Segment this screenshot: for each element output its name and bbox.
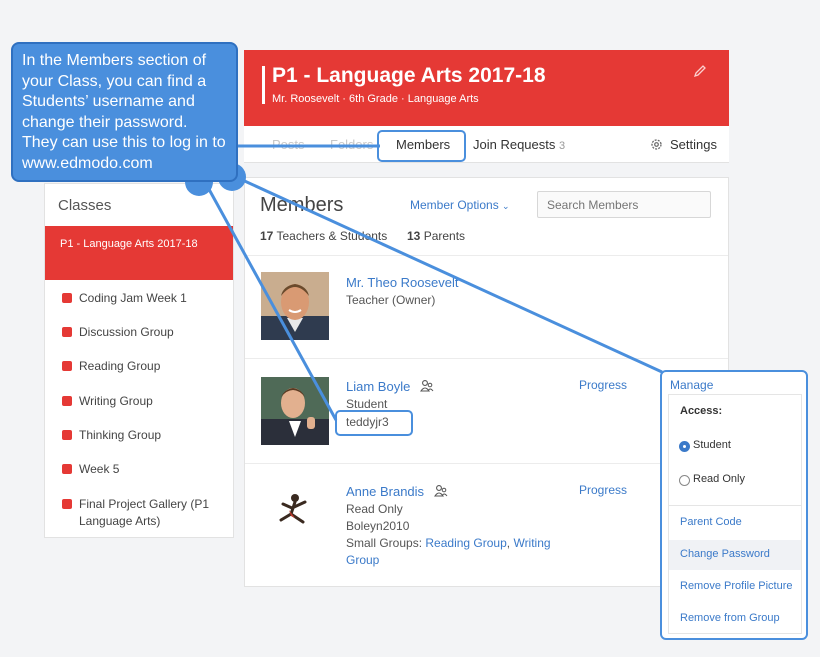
sidebar-item-active-class[interactable]: [45, 226, 233, 280]
tab-settings[interactable]: Settings: [670, 137, 717, 152]
divider: [245, 463, 728, 464]
small-groups-separator: ,: [506, 536, 511, 550]
group-label: Coding Jam Week 1: [79, 291, 187, 305]
parent-connect-icon[interactable]: [433, 484, 448, 498]
group-label: Writing Group: [79, 394, 153, 408]
member-name[interactable]: Anne Brandis: [346, 484, 448, 499]
member-name[interactable]: Liam Boyle: [346, 379, 434, 394]
group-color-square: [62, 464, 72, 474]
join-requests-count: 3: [559, 140, 566, 152]
remove-profile-picture-item[interactable]: Remove Profile Picture: [680, 580, 793, 592]
manage-dropdown: [668, 394, 802, 634]
sidebar-item-group[interactable]: Discussion Group: [62, 324, 174, 341]
group-color-square: [62, 430, 72, 440]
dropdown-divider: [669, 505, 801, 506]
sidebar-item-group[interactable]: Week 5: [62, 461, 119, 478]
teachers-students-count: 17 Teachers & Students: [260, 229, 387, 243]
member-options-dropdown[interactable]: Member Options ⌄: [410, 198, 510, 212]
small-groups-label: Small Groups:: [346, 536, 423, 550]
title-accent-bar: [262, 66, 265, 104]
member-name[interactable]: Mr. Theo Roosevelt: [346, 275, 458, 290]
small-group-link[interactable]: Reading Group: [425, 536, 506, 550]
progress-link[interactable]: Progress: [579, 378, 627, 392]
student-radio[interactable]: [679, 441, 690, 452]
class-title: P1 - Language Arts 2017-18: [272, 64, 546, 87]
teacher-avatar: [261, 272, 329, 340]
group-color-square: [62, 396, 72, 406]
small-group-link[interactable]: Group: [346, 553, 379, 567]
group-color-square: [62, 293, 72, 303]
class-header: [244, 50, 729, 126]
group-color-square: [62, 499, 72, 509]
members-heading: Members: [260, 194, 344, 216]
group-color-square: [62, 361, 72, 371]
teachers-students-label: Teachers & Students: [276, 229, 388, 243]
read-only-avatar: [261, 478, 329, 546]
tab-folders[interactable]: Folders: [330, 137, 373, 152]
remove-from-group-item[interactable]: Remove from Group: [680, 612, 780, 624]
teachers-students-number: 17: [260, 229, 274, 243]
member-role: Teacher (Owner): [346, 293, 436, 307]
member-username: teddyjr3: [346, 415, 389, 429]
student-avatar: [261, 377, 329, 445]
group-label: Thinking Group: [79, 428, 162, 442]
member-options-label: Member Options: [410, 198, 499, 212]
group-label: Discussion Group: [79, 325, 174, 339]
sidebar-item-group[interactable]: Writing Group: [62, 393, 153, 410]
small-group-link[interactable]: Writing: [513, 536, 550, 550]
group-label: Final Project Gallery (P1 Language Arts): [79, 497, 210, 528]
parent-code-item[interactable]: Parent Code: [680, 516, 742, 528]
parents-label: Parents: [423, 229, 466, 243]
parent-connect-icon[interactable]: [419, 379, 434, 393]
tab-members[interactable]: Members: [396, 137, 450, 152]
group-color-square: [62, 327, 72, 337]
tab-join-requests[interactable]: Join Requests 3: [473, 137, 565, 152]
sidebar-heading: Classes: [58, 197, 112, 214]
chevron-down-icon: ⌄: [502, 201, 510, 211]
read-only-radio[interactable]: [679, 475, 690, 486]
read-only-option-label: Read Only: [693, 473, 745, 485]
member-name-label: Liam Boyle: [346, 379, 411, 394]
member-role: Student: [346, 397, 388, 411]
search-members-input[interactable]: [537, 191, 711, 218]
member-name-label: Anne Brandis: [346, 484, 425, 499]
sidebar-item-group[interactable]: Coding Jam Week 1: [62, 290, 187, 307]
student-option-label: Student: [693, 439, 731, 451]
callout-box: In the Members section of your Class, yo…: [11, 42, 238, 182]
divider: [245, 255, 728, 256]
access-label: Access:: [680, 405, 723, 417]
class-subtitle: Mr. Roosevelt · 6th Grade · Language Art…: [272, 93, 479, 105]
sidebar-item-group[interactable]: Reading Group: [62, 358, 160, 375]
sidebar-item-group[interactable]: Final Project Gallery (P1 Language Arts): [62, 496, 212, 530]
group-label: Week 5: [79, 462, 120, 476]
manage-button[interactable]: Manage: [670, 378, 713, 392]
parents-number: 13: [407, 229, 421, 243]
progress-link[interactable]: Progress: [579, 483, 627, 497]
sidebar-item-group[interactable]: Thinking Group: [62, 427, 161, 444]
divider: [245, 358, 728, 359]
member-role: Read Only: [346, 502, 403, 516]
tab-posts[interactable]: Posts: [272, 137, 305, 152]
active-class-label: P1 - Language Arts 2017-18: [60, 238, 198, 250]
tab-join-requests-label: Join Requests: [473, 137, 556, 152]
gear-icon: [651, 139, 662, 150]
parents-count: 13 Parents: [407, 229, 465, 243]
group-label: Reading Group: [79, 359, 161, 373]
pencil-icon[interactable]: [693, 64, 707, 78]
change-password-item[interactable]: Change Password: [680, 548, 770, 560]
member-small-groups: Small Groups: Reading Group, Writing: [346, 536, 551, 550]
member-username: Boleyn2010: [346, 519, 410, 533]
